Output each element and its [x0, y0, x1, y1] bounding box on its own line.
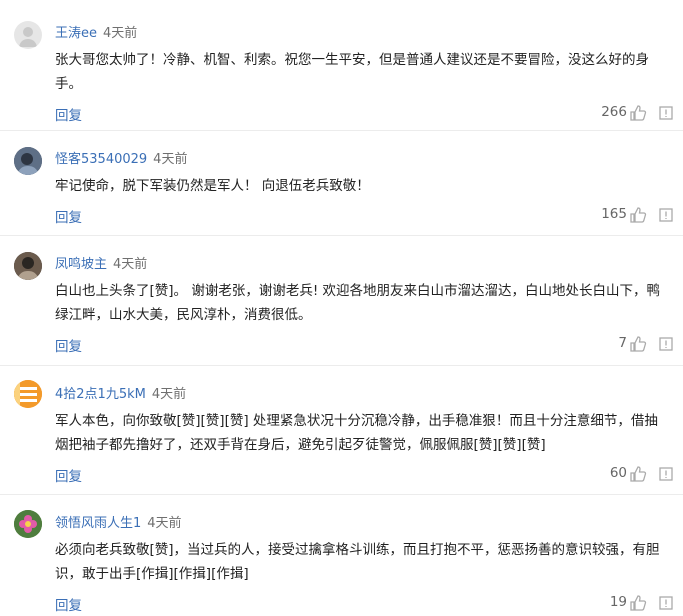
thumbs-up-icon[interactable] [629, 104, 647, 122]
comment-item: 怪客53540029 4天前 牢记使命，脱下军装仍然是军人！ 向退伍老兵致敬！ 回… [0, 131, 683, 236]
thumbs-up-icon[interactable] [629, 206, 647, 224]
reply-button[interactable]: 回复 [55, 465, 82, 485]
comment-username[interactable]: 领悟风雨人生1 [55, 512, 141, 531]
comment-time: 4天前 [147, 516, 182, 531]
thumbs-up-icon[interactable] [629, 594, 647, 612]
thumbs-up-icon[interactable] [629, 335, 647, 353]
comment-item: 王涛ee 4天前 张大哥您太帅了！冷静、机智、利索。祝您一生平安，但是普通人建议还… [0, 0, 683, 131]
comment-actions: 回复 266 [55, 102, 683, 126]
comment-time: 4天前 [153, 152, 188, 167]
calculator-avatar-icon[interactable] [14, 380, 42, 408]
report-icon[interactable] [659, 106, 673, 120]
like-count: 60 [609, 465, 627, 481]
comment-item: 领悟风雨人生1 4天前 必须向老兵致敬[赞]，当过兵的人，接受过擒拿格斗训练，而且… [0, 495, 683, 614]
like-count: 165 [601, 206, 627, 222]
comment-list: 王涛ee 4天前 张大哥您太帅了！冷静、机智、利索。祝您一生平安，但是普通人建议还… [0, 0, 683, 614]
comment-actions: 回复 165 [55, 204, 683, 228]
comment-username[interactable]: 4拾2点1九5kM [55, 383, 146, 402]
report-icon[interactable] [659, 208, 673, 222]
comment-time: 4天前 [151, 387, 187, 402]
comment-text: 白山也上头条了[赞]。 谢谢老张，谢谢老兵! 欢迎各地朋友来白山市溜达溜达，白山… [55, 283, 661, 323]
comment-item: 4拾2点1九5kM 4天前 军人本色，向你致敬[赞][赞][赞] 处理紧急状况十分… [0, 366, 683, 495]
flower-avatar-icon[interactable] [14, 510, 42, 538]
comment-text: 牢记使命，脱下军装仍然是军人！ 向退伍老兵致敬！ [55, 178, 370, 194]
photo-avatar-icon[interactable] [14, 147, 42, 175]
comment-text: 军人本色，向你致敬[赞][赞][赞] 处理紧急状况十分沉稳冷静，出手稳准狠！而且… [55, 413, 658, 453]
comment-text: 必须向老兵致敬[赞]，当过兵的人，接受过擒拿格斗训练，而且打抱不平，惩恶扬善的意… [55, 542, 660, 582]
reply-button[interactable]: 回复 [55, 335, 82, 355]
reply-button[interactable]: 回复 [55, 104, 82, 124]
comment-item: 凤鸣坡主 4天前 白山也上头条了[赞]。 谢谢老张，谢谢老兵! 欢迎各地朋友来白山… [0, 236, 683, 366]
comment-actions: 回复 19 [55, 592, 683, 616]
comment-actions: 回复 60 [55, 463, 683, 487]
photo-avatar-icon[interactable] [14, 252, 42, 280]
report-icon[interactable] [659, 596, 673, 610]
comment-username[interactable]: 怪客53540029 [55, 148, 147, 167]
comment-username[interactable]: 王涛ee [55, 22, 97, 41]
comment-time: 4天前 [103, 26, 138, 41]
comment-time: 4天前 [113, 257, 148, 272]
reply-button[interactable]: 回复 [55, 594, 82, 614]
thumbs-up-icon[interactable] [629, 465, 647, 483]
comment-text: 张大哥您太帅了！冷静、机智、利索。祝您一生平安，但是普通人建议还是不要冒险，没这… [55, 52, 649, 92]
comment-username[interactable]: 凤鸣坡主 [55, 253, 107, 272]
comment-actions: 回复 7 [55, 333, 683, 357]
report-icon[interactable] [659, 337, 673, 351]
like-count: 266 [601, 104, 627, 120]
like-count: 19 [609, 594, 627, 610]
like-count: 7 [618, 335, 627, 351]
reply-button[interactable]: 回复 [55, 206, 82, 226]
default-avatar-icon[interactable] [14, 21, 42, 49]
report-icon[interactable] [659, 467, 673, 481]
